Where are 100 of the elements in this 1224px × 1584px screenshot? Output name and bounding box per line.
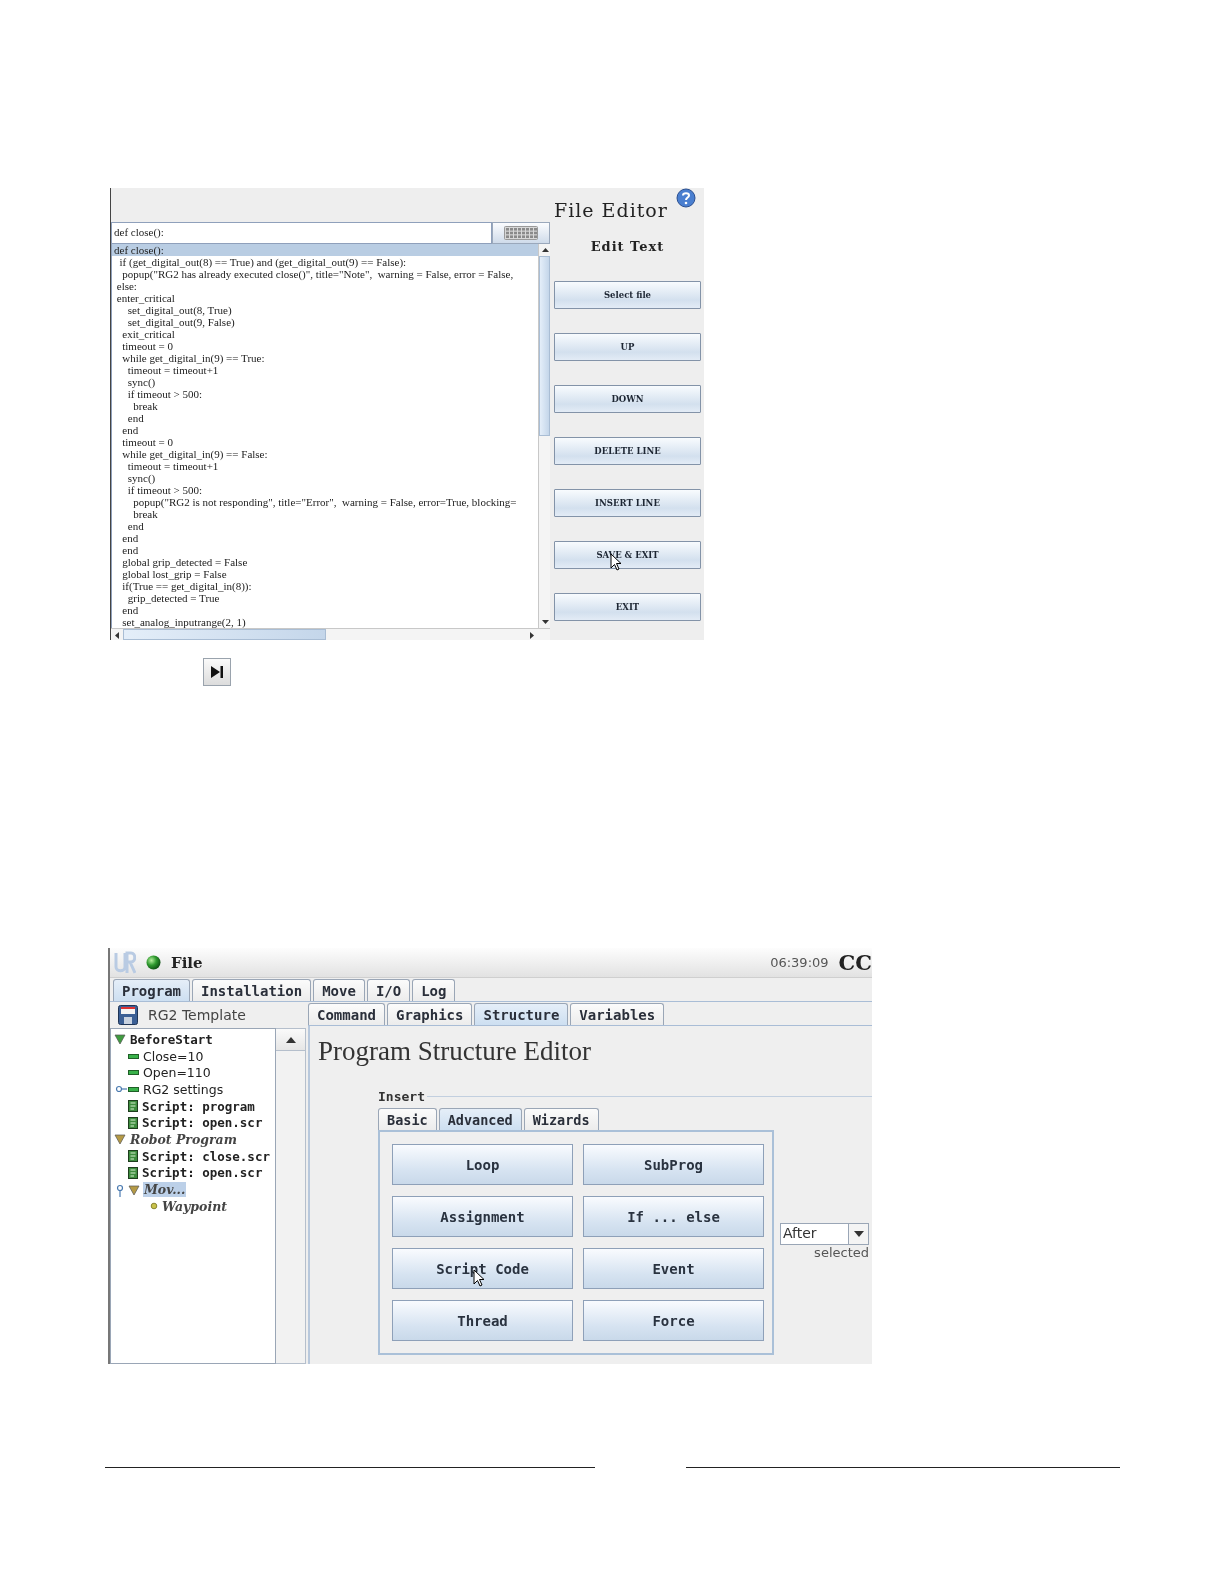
caret-icon [853,1231,864,1237]
command-field[interactable]: def close(): [111,222,492,244]
code-line[interactable]: break [112,400,538,412]
editor-button[interactable]: DELETE LINE [554,437,701,465]
program-tree[interactable]: BeforeStart Close=10 Open=110 RG2 settings Script: program Script: open.scr Robot Program Script: close.scr Script: open.scr Mov... Waypoint [110,1028,276,1364]
code-line[interactable]: timeout = 0 [112,340,538,352]
tree-item[interactable]: RG2 settings [142,1081,225,1097]
code-line[interactable]: popup("RG2 has already executed close()", title="Note", warning = False, error = False, [112,268,538,280]
tree-item[interactable]: Mov... [143,1182,187,1198]
script-icon [128,1100,138,1113]
dropdown-caption: selected [814,1245,869,1260]
code-line[interactable]: while get_digital_in(9) == False: [112,448,538,460]
insert-button[interactable]: SubProg [583,1144,764,1185]
main-tab[interactable]: I/O [366,979,411,1001]
code-line[interactable]: timeout = 0 [112,436,538,448]
code-line[interactable]: enter_critical [112,292,538,304]
insert-button[interactable]: Assignment [392,1196,573,1237]
code-line[interactable]: while get_digital_in(9) == True: [112,352,538,364]
editor-heading: Program Structure Editor [318,1036,592,1067]
code-line[interactable]: timeout = timeout+1 [112,364,538,376]
insert-tab[interactable]: Wizards [523,1108,599,1130]
panel-title: Edit Text [590,239,665,256]
code-line[interactable]: end [112,532,538,544]
keyboard-button[interactable] [492,222,550,244]
editor-button[interactable]: INSERT LINE [554,489,701,517]
code-line[interactable]: sync() [112,472,538,484]
keyboard-icon [504,226,538,240]
script-icon [128,1116,138,1129]
logo-icon [114,950,136,975]
main-tab[interactable]: Move [313,979,365,1001]
code-list[interactable] [111,244,538,628]
code-line[interactable]: if timeout > 500: [112,388,538,400]
main-tab[interactable]: Installation [192,979,312,1001]
step-button[interactable] [203,658,231,686]
tree-item[interactable]: Open=110 [142,1065,212,1081]
insert-tab[interactable]: Basic [378,1108,437,1130]
group-label: Insert [378,1089,425,1104]
insert-tab[interactable]: Advanced [438,1108,522,1130]
code-line[interactable]: grip_detected = True [112,592,538,604]
tree-item[interactable]: Close=10 [142,1048,205,1064]
tree-item[interactable]: Script: open.scr [141,1115,264,1131]
code-line[interactable]: break [112,508,538,520]
dash-icon [128,1070,139,1076]
tree-item[interactable]: Script: program [141,1098,256,1114]
editor-button[interactable]: UP [554,333,701,361]
insert-button[interactable]: Thread [392,1300,573,1341]
position-dropdown[interactable]: After [780,1223,869,1245]
code-line[interactable]: if timeout > 500: [112,484,538,496]
insert-button[interactable]: Force [583,1300,764,1341]
scrollbar[interactable] [538,244,550,628]
file-menu[interactable]: File [171,953,203,972]
code-line[interactable]: global lost_grip = False [112,568,538,580]
code-line[interactable]: global grip_detected = False [112,556,538,568]
code-line[interactable]: end [112,520,538,532]
code-line[interactable]: timeout = timeout+1 [112,460,538,472]
tree-item[interactable]: Script: close.scr [141,1148,271,1164]
script-icon [128,1150,138,1163]
scroll-up-button[interactable] [276,1029,305,1051]
help-icon[interactable] [675,188,696,208]
arrow-down-icon [541,620,549,624]
editor-tab[interactable]: Graphics [387,1003,473,1025]
scrollbar[interactable] [276,1028,306,1364]
arrow-right-icon [530,631,534,639]
code-line[interactable]: set_digital_out(9, False) [112,316,538,328]
step-forward-icon [210,665,224,679]
insert-button[interactable]: Loop [392,1144,573,1185]
insert-button[interactable]: Event [583,1248,764,1289]
scrollbar[interactable] [111,628,550,640]
code-line[interactable]: if (get_digital_out(8) == True) and (get_digital_out(9) == False): [112,256,538,268]
editor-tab[interactable]: Command [308,1003,385,1025]
code-line[interactable]: set_analog_inputrange(2, 1) [112,616,538,628]
code-line[interactable]: sync() [112,376,538,388]
editor-tab[interactable]: Variables [570,1003,665,1025]
insert-button[interactable]: If ... else [583,1196,764,1237]
dash-icon [128,1053,139,1059]
code-line[interactable]: if(True == get_digital_in(8)): [112,580,538,592]
code-line[interactable]: popup("RG2 is not responding", title="Error", warning = False, error=True, blocking= [112,496,538,508]
tree-item[interactable]: BeforeStart [129,1031,214,1047]
code-line[interactable]: set_digital_out(8, True) [112,304,538,316]
editor-tab[interactable]: Structure [474,1003,569,1025]
tree-item[interactable]: Script: open.scr [141,1165,264,1181]
main-tab[interactable]: Program [113,979,190,1001]
tree-item[interactable]: Waypoint [161,1198,228,1214]
code-line[interactable]: end [112,412,538,424]
editor-button[interactable]: DOWN [554,385,701,413]
editor-button[interactable]: Select file [554,281,701,309]
tree-item[interactable]: Robot Program [129,1131,238,1147]
code-line[interactable]: end [112,424,538,436]
insert-button[interactable]: Script Code [392,1248,573,1289]
status-light-icon [146,955,161,970]
code-line[interactable]: else: [112,280,538,292]
triangle-icon [128,1183,140,1196]
editor-button[interactable]: EXIT [554,593,701,621]
script-icon [128,1166,138,1179]
code-line[interactable]: exit_critical [112,328,538,340]
code-line[interactable]: end [112,604,538,616]
status-text: CC [838,950,872,975]
main-tab[interactable]: Log [412,979,456,1001]
arrow-up-icon [541,248,549,252]
code-line[interactable]: end [112,544,538,556]
